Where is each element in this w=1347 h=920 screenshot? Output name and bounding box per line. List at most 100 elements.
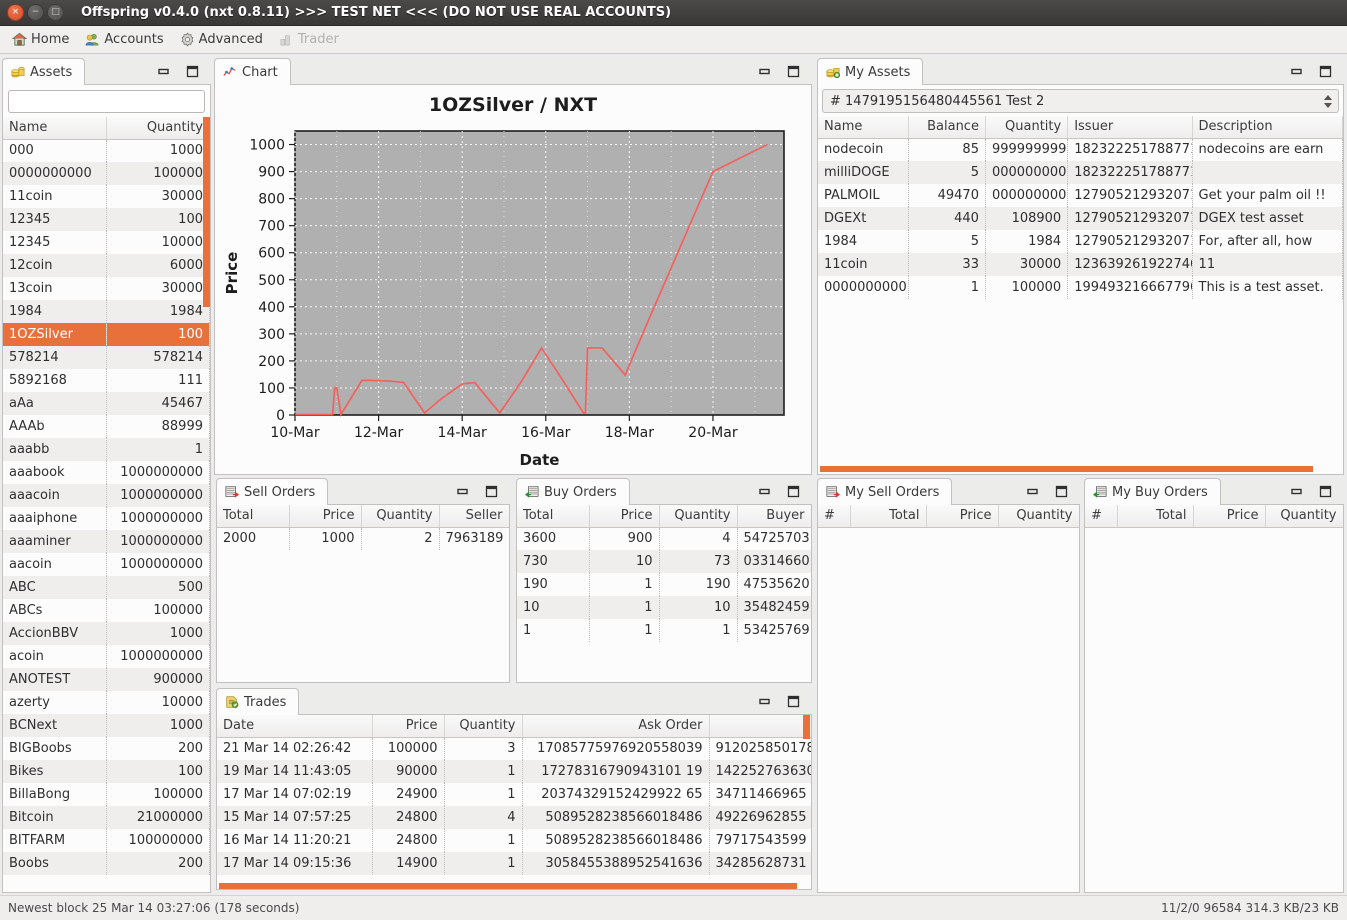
price-chart[interactable]: 1OZSilver / NXT 0 100 200 300 400 500 600 700 800… (215, 85, 811, 474)
spinner-up-icon[interactable] (1324, 94, 1332, 100)
assets-table-row[interactable]: ANOTEST 900000 (3, 668, 210, 691)
my-sell-orders-col-quantity[interactable]: Quantity (998, 505, 1079, 528)
assets-table-row[interactable]: aaabb 1 (3, 438, 210, 461)
trades-table-row[interactable]: 17 Mar 14 09:15:36 14900 1 3058455388952541… (217, 852, 811, 875)
maximize-icon[interactable] (787, 695, 800, 708)
my-assets-table-row[interactable]: nodecoin 85 999999999 182322251788771 nodeco… (818, 138, 1343, 161)
window-maximize-button[interactable]: □ (47, 4, 64, 21)
assets-table-row[interactable]: 11coin 30000 (3, 185, 210, 208)
assets-table-row[interactable]: 000 1000 (3, 139, 210, 162)
assets-table-row[interactable]: Boobs 200 (3, 852, 210, 875)
buy-orders-table-wrap[interactable]: Total Price Quantity Buyer 3600 900 4 54725… (517, 505, 811, 682)
trades-col-price[interactable]: Price (372, 715, 445, 738)
my-sell-orders-col-total[interactable]: Total (850, 505, 927, 528)
assets-table-row[interactable]: azerty 10000 (3, 691, 210, 714)
tab-assets[interactable]: Assets (2, 58, 86, 85)
assets-col-quantity[interactable]: Quantity (106, 117, 210, 140)
toolbar-item-accounts[interactable]: Accounts (79, 30, 169, 49)
my-buy-orders-col-price[interactable]: Price (1193, 505, 1266, 528)
assets-table-row[interactable]: aaaminer 1000000000 (3, 530, 210, 553)
sell-orders-col-quantity[interactable]: Quantity (361, 505, 440, 528)
trades-table-row[interactable]: 19 Mar 14 11:43:05 90000 1 1727831679094310… (217, 760, 811, 783)
maximize-icon[interactable] (787, 65, 800, 78)
my-assets-col-description[interactable]: Description (1192, 116, 1343, 139)
assets-table-row[interactable]: ABCs 100000 (3, 599, 210, 622)
my-assets-table-row[interactable]: 1984 5 1984 127905212932071 For, after all, … (818, 230, 1343, 253)
maximize-icon[interactable] (1319, 65, 1332, 78)
assets-table-row[interactable]: BIGBoobs 200 (3, 737, 210, 760)
assets-table-row[interactable]: BCNext 1000 (3, 714, 210, 737)
assets-table-row[interactable]: 1984 1984 (3, 300, 210, 323)
my-sell-orders-table-wrap[interactable]: # Total Price Quantity (818, 505, 1079, 892)
assets-table-row[interactable]: 578214 578214 (3, 346, 210, 369)
window-minimize-button[interactable]: − (27, 4, 44, 21)
my-assets-table-row[interactable]: 11coin 33 30000 123639261922746 11 (818, 253, 1343, 276)
assets-table-row[interactable]: 1OZSilver 100 (3, 323, 210, 346)
buy-orders-col-total[interactable]: Total (517, 505, 590, 528)
assets-table-row[interactable]: ABC 500 (3, 576, 210, 599)
my-assets-horizontal-scrollbar[interactable] (820, 466, 1313, 472)
assets-table-row[interactable]: acoin 1000000000 (3, 645, 210, 668)
tab-my-sell-orders[interactable]: My Sell Orders (817, 478, 953, 505)
sell-orders-col-seller[interactable]: Seller (439, 505, 509, 528)
buy-orders-table-row[interactable]: 10 1 10 35482459 (517, 596, 811, 619)
my-assets-col-quantity[interactable]: Quantity (985, 116, 1069, 139)
toolbar-item-advanced[interactable]: Advanced (174, 30, 269, 49)
trades-table-wrap[interactable]: Date Price Quantity Ask Order 21 Mar 14 … (217, 715, 811, 889)
toolbar-item-trader[interactable]: Trader (273, 30, 345, 49)
buy-orders-col-quantity[interactable]: Quantity (659, 505, 738, 528)
trades-col-ask-order[interactable]: Ask Order (522, 715, 710, 738)
sell-orders-col-total[interactable]: Total (217, 505, 290, 528)
tab-trades[interactable]: Trades (216, 688, 300, 715)
minimize-icon[interactable] (1026, 485, 1039, 498)
maximize-icon[interactable] (1319, 485, 1332, 498)
maximize-icon[interactable] (186, 65, 199, 78)
minimize-icon[interactable] (456, 485, 469, 498)
assets-table-row[interactable]: aaacoin 1000000000 (3, 484, 210, 507)
tab-chart[interactable]: Chart (214, 58, 291, 85)
my-assets-col-name[interactable]: Name (818, 116, 909, 139)
spinner-down-icon[interactable] (1324, 102, 1332, 108)
sell-orders-col-price[interactable]: Price (289, 505, 362, 528)
assets-col-name[interactable]: Name (3, 117, 107, 140)
maximize-icon[interactable] (787, 485, 800, 498)
my-buy-orders-col-total[interactable]: Total (1117, 505, 1194, 528)
assets-table-row[interactable]: 12345 10000 (3, 231, 210, 254)
trades-horizontal-scrollbar[interactable] (219, 883, 797, 889)
window-close-button[interactable]: × (7, 4, 24, 21)
assets-table-row[interactable]: 0000000000 100000 (3, 162, 210, 185)
spinner-arrows[interactable] (1322, 94, 1338, 108)
minimize-icon[interactable] (758, 485, 771, 498)
tab-sell-orders[interactable]: Sell Orders (216, 478, 329, 505)
assets-table-row[interactable]: AAAb 88999 (3, 415, 210, 438)
tab-buy-orders[interactable]: Buy Orders (516, 478, 630, 505)
assets-table-row[interactable]: 13coin 30000 (3, 277, 210, 300)
minimize-icon[interactable] (758, 65, 771, 78)
my-assets-table-wrap[interactable]: Name Balance Quantity Issuer Description… (818, 116, 1343, 474)
trades-vertical-scrollbar[interactable] (803, 715, 810, 739)
my-buy-orders-col-index[interactable]: # (1085, 505, 1118, 528)
my-sell-orders-col-index[interactable]: # (818, 505, 851, 528)
minimize-icon[interactable] (1290, 485, 1303, 498)
my-assets-table-row[interactable]: milliDOGE 5 000000000 182322251788771 (818, 161, 1343, 184)
assets-table-row[interactable]: 12345 100 (3, 208, 210, 231)
trades-table-row[interactable]: 17 Mar 14 07:02:19 24900 1 2037432915242992… (217, 783, 811, 806)
trades-table-row[interactable]: 16 Mar 14 11:20:21 24800 1 5089528238566018… (217, 829, 811, 852)
assets-table-row[interactable]: aaabook 1000000000 (3, 461, 210, 484)
trades-col-bid-order[interactable] (709, 715, 811, 738)
trades-table-row[interactable]: 15 Mar 14 07:57:25 24800 4 5089528238566018… (217, 806, 811, 829)
buy-orders-table-row[interactable]: 3600 900 4 54725703 (517, 527, 811, 550)
assets-table-row[interactable]: aacoin 1000000000 (3, 553, 210, 576)
assets-vertical-scrollbar[interactable] (203, 117, 210, 307)
assets-search-box[interactable] (8, 90, 205, 113)
my-assets-table-row[interactable]: 0000000000 1 100000 199493216667796 This is … (818, 276, 1343, 299)
assets-table-row[interactable]: 12coin 6000 (3, 254, 210, 277)
sell-orders-table-wrap[interactable]: Total Price Quantity Seller 2000 1000 2 796… (217, 505, 509, 682)
my-buy-orders-table-wrap[interactable]: # Total Price Quantity (1085, 505, 1343, 892)
my-sell-orders-col-price[interactable]: Price (926, 505, 999, 528)
assets-table-row[interactable]: BITFARM 100000000 (3, 829, 210, 852)
assets-table-row[interactable]: AccionBBV 1000 (3, 622, 210, 645)
buy-orders-table-row[interactable]: 1 1 1 53425769 (517, 619, 811, 642)
my-assets-account-selector[interactable]: # 1479195156480445561 Test 2 (822, 89, 1339, 113)
buy-orders-table-row[interactable]: 190 1 190 47535620 (517, 573, 811, 596)
